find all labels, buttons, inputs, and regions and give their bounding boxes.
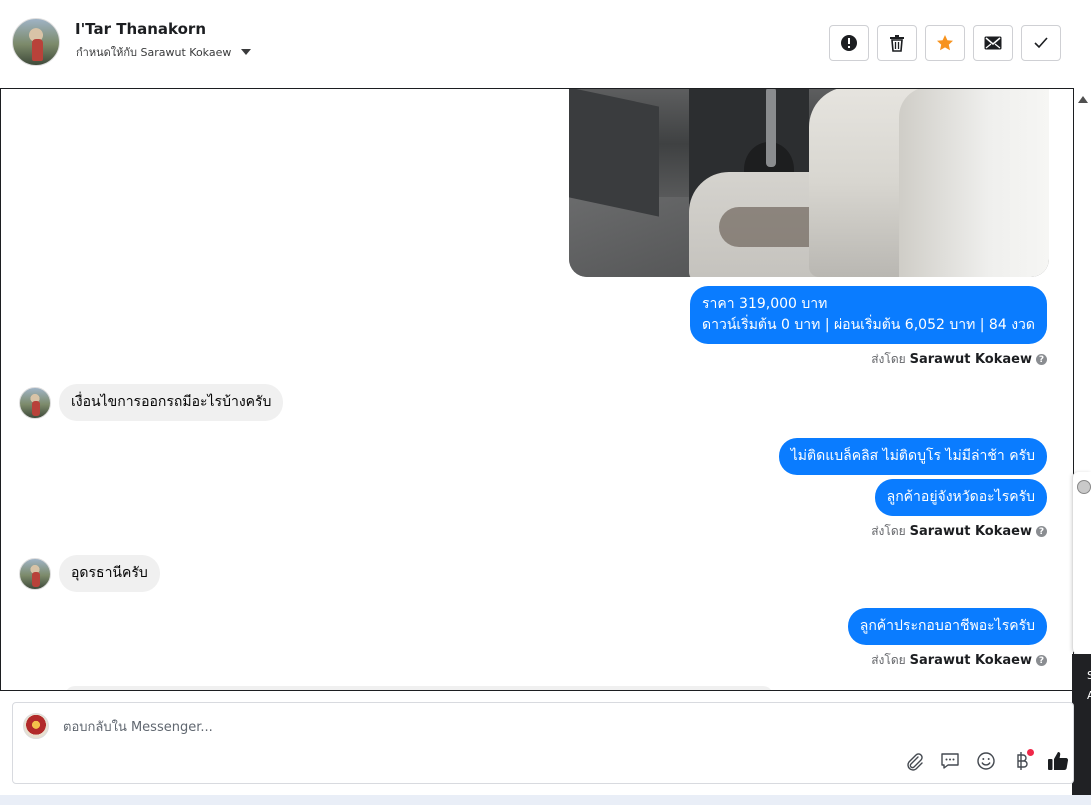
outgoing-message[interactable]: ลูกค้าอยู่จังหวัดอะไรครับ <box>874 479 1047 516</box>
mark-done-button[interactable] <box>1021 25 1061 61</box>
side-panel-card[interactable] <box>1072 472 1091 654</box>
trash-icon <box>890 35 904 52</box>
emoji-button[interactable] <box>975 750 997 772</box>
outgoing-message[interactable]: ไม่ติดแบล็คลิส ไม่ติดบูโร ไม่มีล่าช้า คร… <box>778 438 1047 475</box>
outgoing-message[interactable]: ลูกค้าประกอบอาชีพอะไรครับ <box>847 608 1047 645</box>
mark-unread-button[interactable] <box>973 25 1013 61</box>
help-icon[interactable]: ? <box>1036 354 1047 365</box>
outgoing-message-group: ไม่ติดแบล็คลิส ไม่ติดบูโร ไม่มีล่าช้า คร… <box>778 438 1047 475</box>
sent-by-label: ส่งโดย Sarawut Kokaew ? <box>871 651 1047 670</box>
message-text: ดาวน์เริ่มต้น 0 บาท | ผ่อนเริ่มต้น 6,052… <box>702 317 1035 333</box>
conversation-header: I'Tar Thanakorn กำหนดให้กับ Sarawut Koka… <box>0 0 1091 88</box>
scroll-up-icon[interactable] <box>1078 96 1088 103</box>
mark-spam-button[interactable] <box>829 25 869 61</box>
paperclip-icon <box>907 753 923 771</box>
car-interior-photo[interactable] <box>569 89 1049 277</box>
incoming-message[interactable]: เงื่อนไขการออกรถมีอะไรบ้างครับ <box>59 384 284 421</box>
composer-toolbar <box>903 749 1069 772</box>
outgoing-message-group: ลูกค้าประกอบอาชีพอะไรครับ <box>847 608 1047 645</box>
alert-icon <box>841 35 857 51</box>
check-icon <box>1034 37 1048 49</box>
notification-dot <box>1027 749 1034 756</box>
outgoing-message-group: ราคา 319,000 บาท ดาวน์เริ่มต้น 0 บาท | ผ… <box>690 286 1047 344</box>
side-notification[interactable]: S A <box>1072 654 1091 805</box>
assignee-dropdown[interactable]: กำหนดให้กับ Sarawut Kokaew <box>76 43 252 61</box>
sender-avatar[interactable] <box>19 557 51 590</box>
bottom-bar <box>0 795 1091 805</box>
reply-composer <box>12 702 1074 784</box>
help-icon[interactable]: ? <box>1036 655 1047 666</box>
incoming-message-partial <box>65 686 773 690</box>
delete-button[interactable] <box>877 25 917 61</box>
reply-input[interactable] <box>63 715 963 739</box>
message-text: ราคา 319,000 บาท <box>702 296 828 312</box>
thumbs-up-icon <box>1048 752 1069 771</box>
incoming-message-group: เงื่อนไขการออกรถมีอะไรบ้างครับ <box>19 384 284 421</box>
caret-down-icon <box>241 49 252 55</box>
outgoing-message-group: ลูกค้าอยู่จังหวัดอะไรครับ <box>874 479 1047 516</box>
incoming-message-group: อุดรธานีครับ <box>19 555 160 592</box>
contact-avatar[interactable] <box>12 18 60 66</box>
outgoing-message[interactable]: ราคา 319,000 บาท ดาวน์เริ่มต้น 0 บาท | ผ… <box>690 286 1047 344</box>
contact-name[interactable]: I'Tar Thanakorn <box>75 20 206 38</box>
payment-button[interactable] <box>1011 749 1034 772</box>
message-thread[interactable]: ราคา 319,000 บาท ดาวน์เริ่มต้น 0 บาท | ผ… <box>0 88 1074 691</box>
sent-by-label: ส่งโดย Sarawut Kokaew ? <box>871 350 1047 369</box>
sent-by-label: ส่งโดย Sarawut Kokaew ? <box>871 522 1047 541</box>
side-avatar <box>1077 480 1091 494</box>
help-icon[interactable]: ? <box>1036 526 1047 537</box>
saved-replies-button[interactable] <box>939 750 961 772</box>
emoji-icon <box>977 752 995 770</box>
star-button[interactable] <box>925 25 965 61</box>
sender-avatar[interactable] <box>19 386 51 419</box>
envelope-icon <box>984 36 1002 50</box>
attach-button[interactable] <box>903 750 925 772</box>
like-button[interactable] <box>1047 750 1069 772</box>
star-icon <box>937 35 953 51</box>
incoming-message[interactable]: อุดรธานีครับ <box>59 555 160 592</box>
assignee-label: กำหนดให้กับ Sarawut Kokaew <box>76 46 232 59</box>
saved-reply-icon <box>941 753 959 769</box>
page-avatar <box>23 713 49 739</box>
header-actions <box>829 25 1061 61</box>
